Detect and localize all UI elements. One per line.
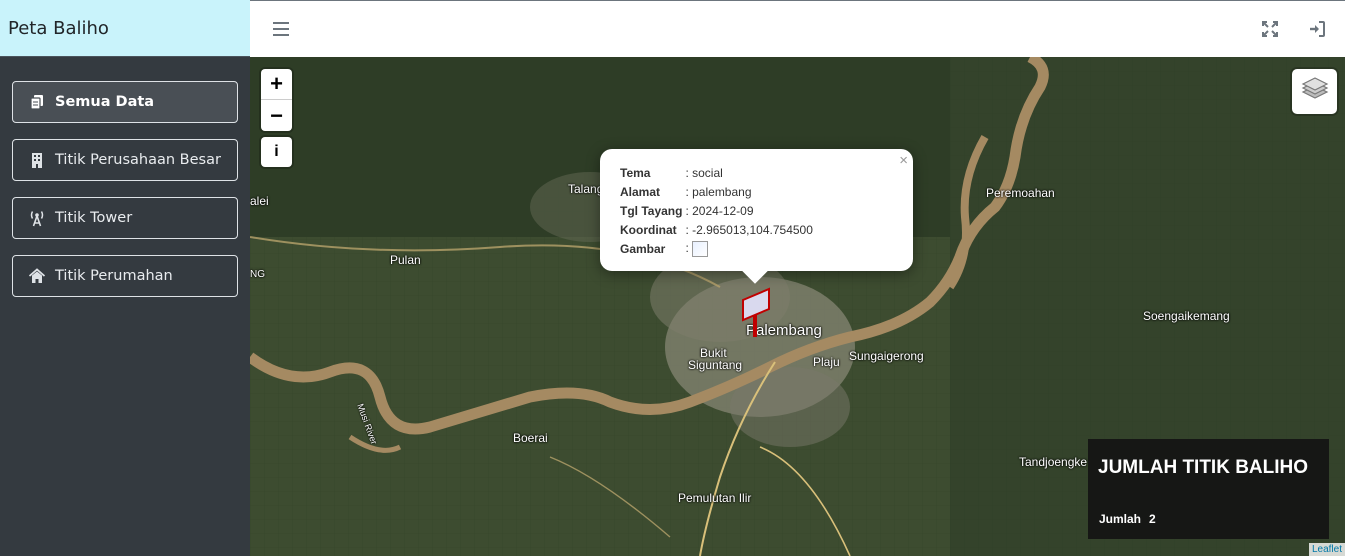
popup-row: Tgl Tayang: 2024-12-09 xyxy=(620,201,813,220)
sidebar-item-titik-tower[interactable]: Titik Tower xyxy=(12,197,238,239)
popup-key: Koordinat xyxy=(620,222,677,237)
sidebar-item-label: Titik Perusahaan Besar xyxy=(55,152,221,168)
place-label: Plaju xyxy=(813,355,840,369)
popup-value: -2.965013,104.754500 xyxy=(692,222,813,237)
sign-in-icon[interactable] xyxy=(1307,19,1327,39)
sidebar-item-titik-perumahan[interactable]: Titik Perumahan xyxy=(12,255,238,297)
home-icon xyxy=(28,267,46,285)
popup-row: Koordinat: -2.965013,104.754500 xyxy=(620,220,813,239)
sidebar-item-titik-perusahaan-besar[interactable]: Titik Perusahaan Besar xyxy=(12,139,238,181)
place-label: Pulan xyxy=(390,253,421,267)
place-label: alei xyxy=(250,194,269,208)
popup-key: Tgl Tayang xyxy=(620,203,683,218)
popup-key: Gambar xyxy=(620,241,666,256)
place-label: Soengaikemang xyxy=(1143,309,1230,323)
popup-close-button[interactable]: × xyxy=(899,152,908,169)
place-label: Peremoahan xyxy=(986,186,1055,200)
popup-row: Tema: social xyxy=(620,163,813,182)
count-label: Jumlah xyxy=(1099,512,1142,526)
copy-icon xyxy=(28,93,46,111)
popup-row: Gambar: xyxy=(620,239,813,258)
building-icon xyxy=(28,151,46,169)
sidebar-item-label: Semua Data xyxy=(55,94,155,110)
marker-popup: × Tema: social Alamat: palembang Tgl Tay… xyxy=(600,149,913,284)
popup-value: social xyxy=(692,165,723,180)
map-view[interactable]: Talang alei Pulan NG Palembang Bukit Sig… xyxy=(250,57,1345,556)
popup-key: Alamat xyxy=(620,184,661,199)
place-label: NG xyxy=(250,269,265,280)
place-label: Boerai xyxy=(513,431,548,445)
count-panel-title: JUMLAH TITIK BALIHO xyxy=(1098,457,1309,478)
sidebar-item-semua-data[interactable]: Semua Data xyxy=(12,81,238,123)
top-navbar xyxy=(250,0,1345,57)
sidebar-item-label: Titik Tower xyxy=(55,210,133,226)
info-button[interactable]: i xyxy=(261,137,292,167)
billboard-marker[interactable] xyxy=(739,285,773,344)
place-label: Talang xyxy=(568,182,604,196)
sidebar-item-label: Titik Perumahan xyxy=(55,268,173,284)
hamburger-icon[interactable] xyxy=(273,22,289,36)
place-label: Tandjoengke xyxy=(1019,455,1088,469)
popup-key: Tema xyxy=(620,165,651,180)
broken-image-icon xyxy=(692,240,709,257)
baliho-count-panel: JUMLAH TITIK BALIHO Jumlah 2 xyxy=(1088,439,1329,539)
app-title: Peta Baliho xyxy=(8,17,109,39)
zoom-out-button[interactable]: − xyxy=(261,100,292,131)
attribution-link[interactable]: Leaflet xyxy=(1308,543,1345,556)
count-value: 2 xyxy=(1149,512,1156,526)
zoom-in-button[interactable]: + xyxy=(261,69,292,100)
brand[interactable]: Peta Baliho xyxy=(0,0,250,57)
place-label: Siguntang xyxy=(688,358,743,372)
popup-value: 2024-12-09 xyxy=(692,203,754,218)
zoom-control: + − xyxy=(261,69,292,131)
sidebar-nav: Semua Data Titik Perusahaan Besar Titik … xyxy=(0,57,250,297)
layers-icon xyxy=(1301,76,1329,107)
expand-icon[interactable] xyxy=(1260,19,1280,39)
popup-details: Tema: social Alamat: palembang Tgl Tayan… xyxy=(620,163,813,258)
place-label: Pemulutan Ilir xyxy=(678,491,752,505)
place-label: Sungaigerong xyxy=(849,349,924,363)
sidebar: Peta Baliho Semua Data Titik Perusahaan … xyxy=(0,0,250,556)
popup-value: palembang xyxy=(692,184,752,199)
layers-control[interactable] xyxy=(1292,69,1337,114)
tower-broadcast-icon xyxy=(28,209,46,227)
popup-row: Alamat: palembang xyxy=(620,182,813,201)
